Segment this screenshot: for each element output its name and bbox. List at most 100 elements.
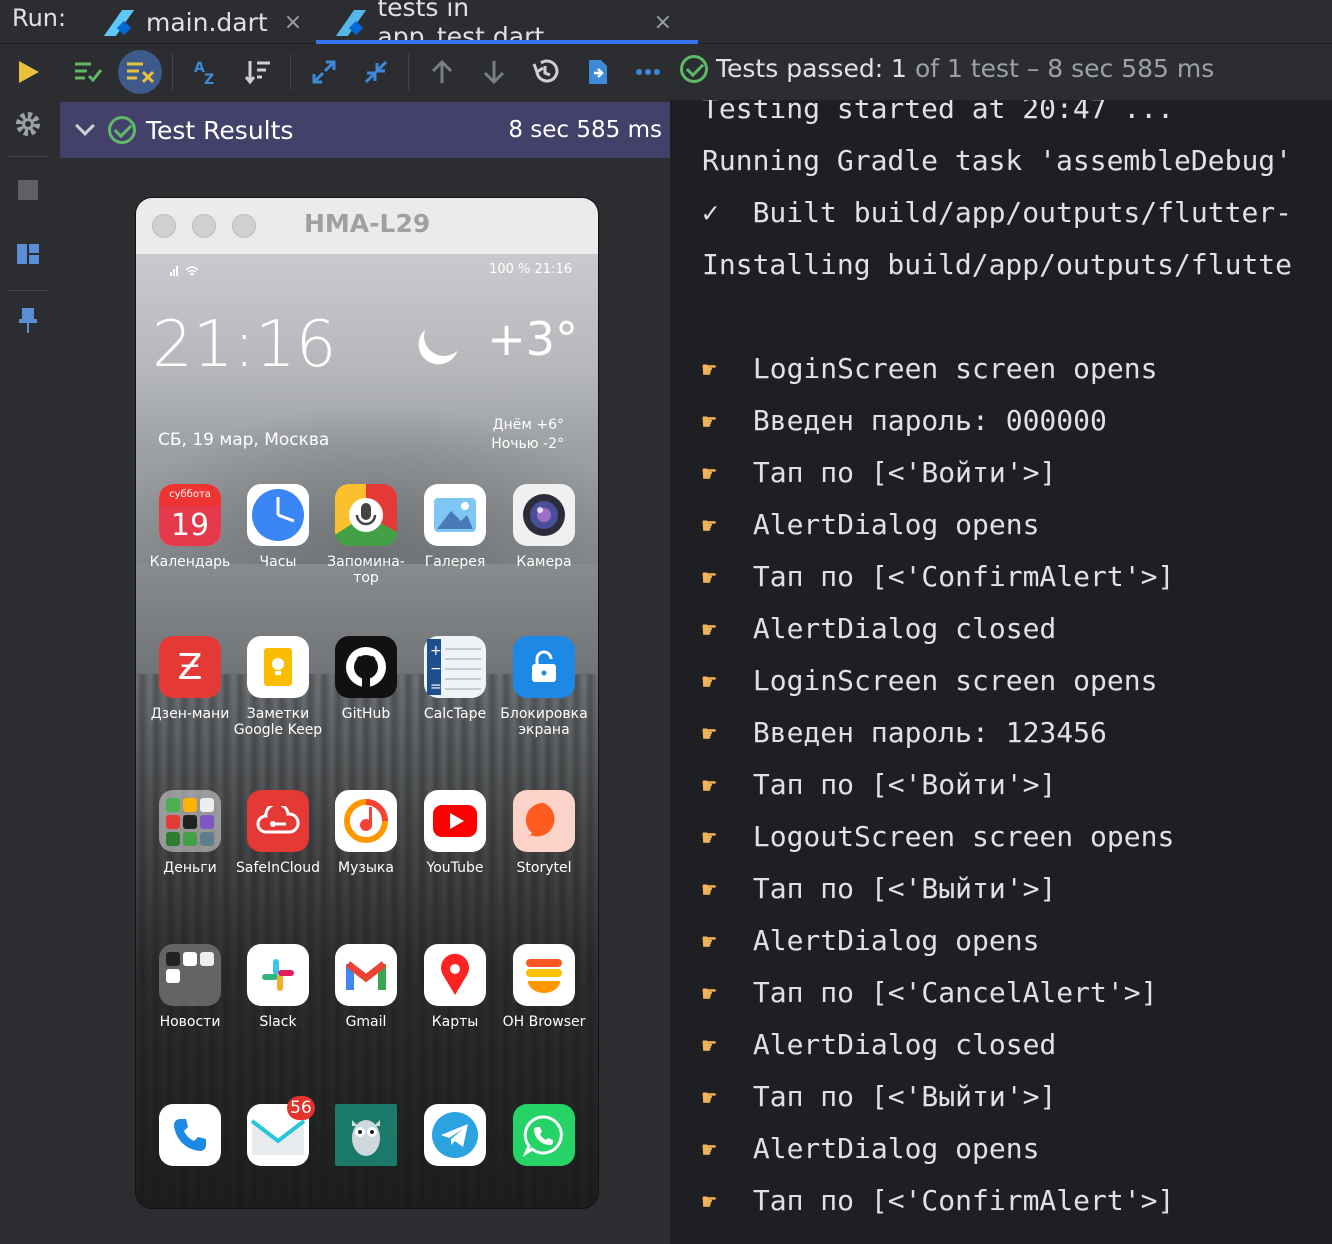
collapse-all-icon[interactable] xyxy=(354,50,398,94)
close-icon[interactable]: × xyxy=(284,10,302,35)
pointing-hand-icon: ☛ xyxy=(702,668,717,696)
log-line: ☛ LoginScreen screen opens xyxy=(702,352,1157,385)
app-maps[interactable]: Карты xyxy=(409,944,501,1030)
youtube-icon xyxy=(424,790,486,852)
show-passed-icon[interactable] xyxy=(66,50,110,94)
rerun-icon[interactable] xyxy=(6,50,50,94)
window-minimize-button[interactable] xyxy=(192,214,216,238)
clock-icon xyxy=(247,484,309,546)
keep-icon xyxy=(247,636,309,698)
browser-icon xyxy=(513,944,575,1006)
gallery-icon xyxy=(424,484,486,546)
close-icon[interactable]: × xyxy=(654,10,672,35)
log-line: ☛ AlertDialog opens xyxy=(702,1132,1039,1165)
pointing-hand-icon: ☛ xyxy=(702,564,717,592)
log-line: ☛ AlertDialog closed xyxy=(702,1028,1056,1061)
tests-status: Tests passed: 1 of 1 test – 8 sec 585 ms xyxy=(680,54,1214,83)
stop-icon[interactable] xyxy=(14,176,42,204)
chevron-down-icon[interactable] xyxy=(75,116,95,136)
app-oh-browser[interactable]: OH Browser xyxy=(498,944,590,1030)
window-zoom-button[interactable] xyxy=(232,214,256,238)
previous-failed-icon[interactable] xyxy=(420,50,464,94)
app-storytel[interactable]: Storytel xyxy=(498,790,590,876)
dock-phone[interactable] xyxy=(144,1104,236,1166)
pin-icon[interactable] xyxy=(14,306,42,334)
console-output[interactable]: Testing started at 20:47 ... Running Gra… xyxy=(672,100,1332,1244)
export-results-icon[interactable] xyxy=(576,50,620,94)
app-google-keep[interactable]: Заметки Google Keep xyxy=(232,636,324,738)
pointing-hand-icon: ☛ xyxy=(702,408,717,436)
device-window[interactable]: HMA-L29 100 % 21:16 21:16 +3° СБ, 19 мар… xyxy=(136,198,598,1208)
pointing-hand-icon: ☛ xyxy=(702,824,717,852)
history-icon[interactable] xyxy=(524,50,568,94)
results-title: Test Results xyxy=(146,115,294,145)
app-folder-money[interactable]: Деньги xyxy=(144,790,236,876)
folder-icon xyxy=(159,790,221,852)
svg-text:−: − xyxy=(430,661,442,677)
weather-forecast: Днём +6° Ночью -2° xyxy=(491,416,564,454)
log-text: Введен пароль: 000000 xyxy=(752,404,1107,437)
log-text: Тап по [<'ConfirmAlert'>] xyxy=(752,1184,1175,1217)
log-line: ☛ Тап по [<'Выйти'>] xyxy=(702,1080,1056,1113)
folder-icon xyxy=(159,944,221,1006)
log-text: Тап по [<'Выйти'>] xyxy=(752,1080,1057,1113)
app-clock[interactable]: Часы xyxy=(232,484,324,570)
app-label: Календарь xyxy=(149,554,231,570)
app-label: SafeInCloud xyxy=(236,860,320,876)
dock-owl-app[interactable] xyxy=(320,1104,412,1166)
show-ignored-icon[interactable] xyxy=(118,50,162,94)
dock-whatsapp[interactable] xyxy=(498,1104,590,1166)
dart-icon xyxy=(342,9,367,35)
console-line: Testing started at 20:47 ... xyxy=(702,100,1175,125)
pointing-hand-icon: ☛ xyxy=(702,356,717,384)
log-line: ☛ AlertDialog closed xyxy=(702,612,1056,645)
app-label: OH Browser xyxy=(502,1014,586,1030)
app-github[interactable]: GitHub xyxy=(320,636,412,722)
app-gmail[interactable]: Gmail xyxy=(320,944,412,1030)
window-close-button[interactable] xyxy=(152,214,176,238)
log-line: ☛ Введен пароль: 000000 xyxy=(702,404,1107,437)
sort-alpha-icon[interactable]: AZ xyxy=(184,50,228,94)
app-safeincloud[interactable]: SafeInCloud xyxy=(232,790,324,876)
next-failed-icon[interactable] xyxy=(472,50,516,94)
app-folder-news[interactable]: Новости xyxy=(144,944,236,1030)
app-label: Заметки Google Keep xyxy=(233,706,323,738)
console-line: Running Gradle task 'assembleDebug' xyxy=(702,144,1293,177)
app-label: Карты xyxy=(431,1014,479,1030)
more-options-icon[interactable] xyxy=(626,50,670,94)
dock-mail[interactable]: 56 xyxy=(232,1096,324,1166)
app-camera[interactable]: Камера xyxy=(498,484,590,570)
app-gallery[interactable]: Галерея xyxy=(409,484,501,570)
pointing-hand-icon: ☛ xyxy=(702,1188,717,1216)
tab-tests-app-test[interactable]: tests in app_test.dart × xyxy=(316,0,698,51)
app-zenmoney[interactable]: Ƶ Дзен-мани xyxy=(144,636,236,722)
app-recorder[interactable]: Запомина- тор xyxy=(320,484,412,586)
expand-all-icon[interactable] xyxy=(302,50,346,94)
app-music[interactable]: Музыка xyxy=(320,790,412,876)
dock-telegram[interactable] xyxy=(409,1104,501,1166)
gear-icon[interactable] xyxy=(14,110,42,138)
log-text: Тап по [<'ConfirmAlert'>] xyxy=(752,560,1175,593)
layout-icon[interactable] xyxy=(14,240,42,268)
pointing-hand-icon: ☛ xyxy=(702,720,717,748)
github-icon xyxy=(335,636,397,698)
test-results-row[interactable]: Test Results 8 sec 585 ms xyxy=(60,102,670,158)
sort-duration-icon[interactable] xyxy=(236,50,280,94)
moon-icon xyxy=(418,310,469,361)
app-label: Блокировка экрана xyxy=(500,706,588,738)
app-youtube[interactable]: YouTube xyxy=(409,790,501,876)
gmail-icon xyxy=(335,944,397,1006)
pointing-hand-icon: ☛ xyxy=(702,876,717,904)
app-screen-lock[interactable]: Блокировка экрана xyxy=(498,636,590,738)
cloud-key-icon xyxy=(247,790,309,852)
app-label: Gmail xyxy=(345,1014,387,1030)
results-time: 8 sec 585 ms xyxy=(508,117,662,143)
app-slack[interactable]: Slack xyxy=(232,944,324,1030)
device-screen[interactable]: 100 % 21:16 21:16 +3° СБ, 19 мар, Москва… xyxy=(136,254,598,1208)
app-calctape[interactable]: + − = CalcTape xyxy=(409,636,501,722)
app-calendar[interactable]: суббота 19 Календарь xyxy=(144,484,236,570)
pointing-hand-icon: ☛ xyxy=(702,460,717,488)
svg-text:=: = xyxy=(430,679,442,695)
phone-icon xyxy=(159,1104,221,1166)
tab-main-dart[interactable]: main.dart × xyxy=(110,0,302,44)
